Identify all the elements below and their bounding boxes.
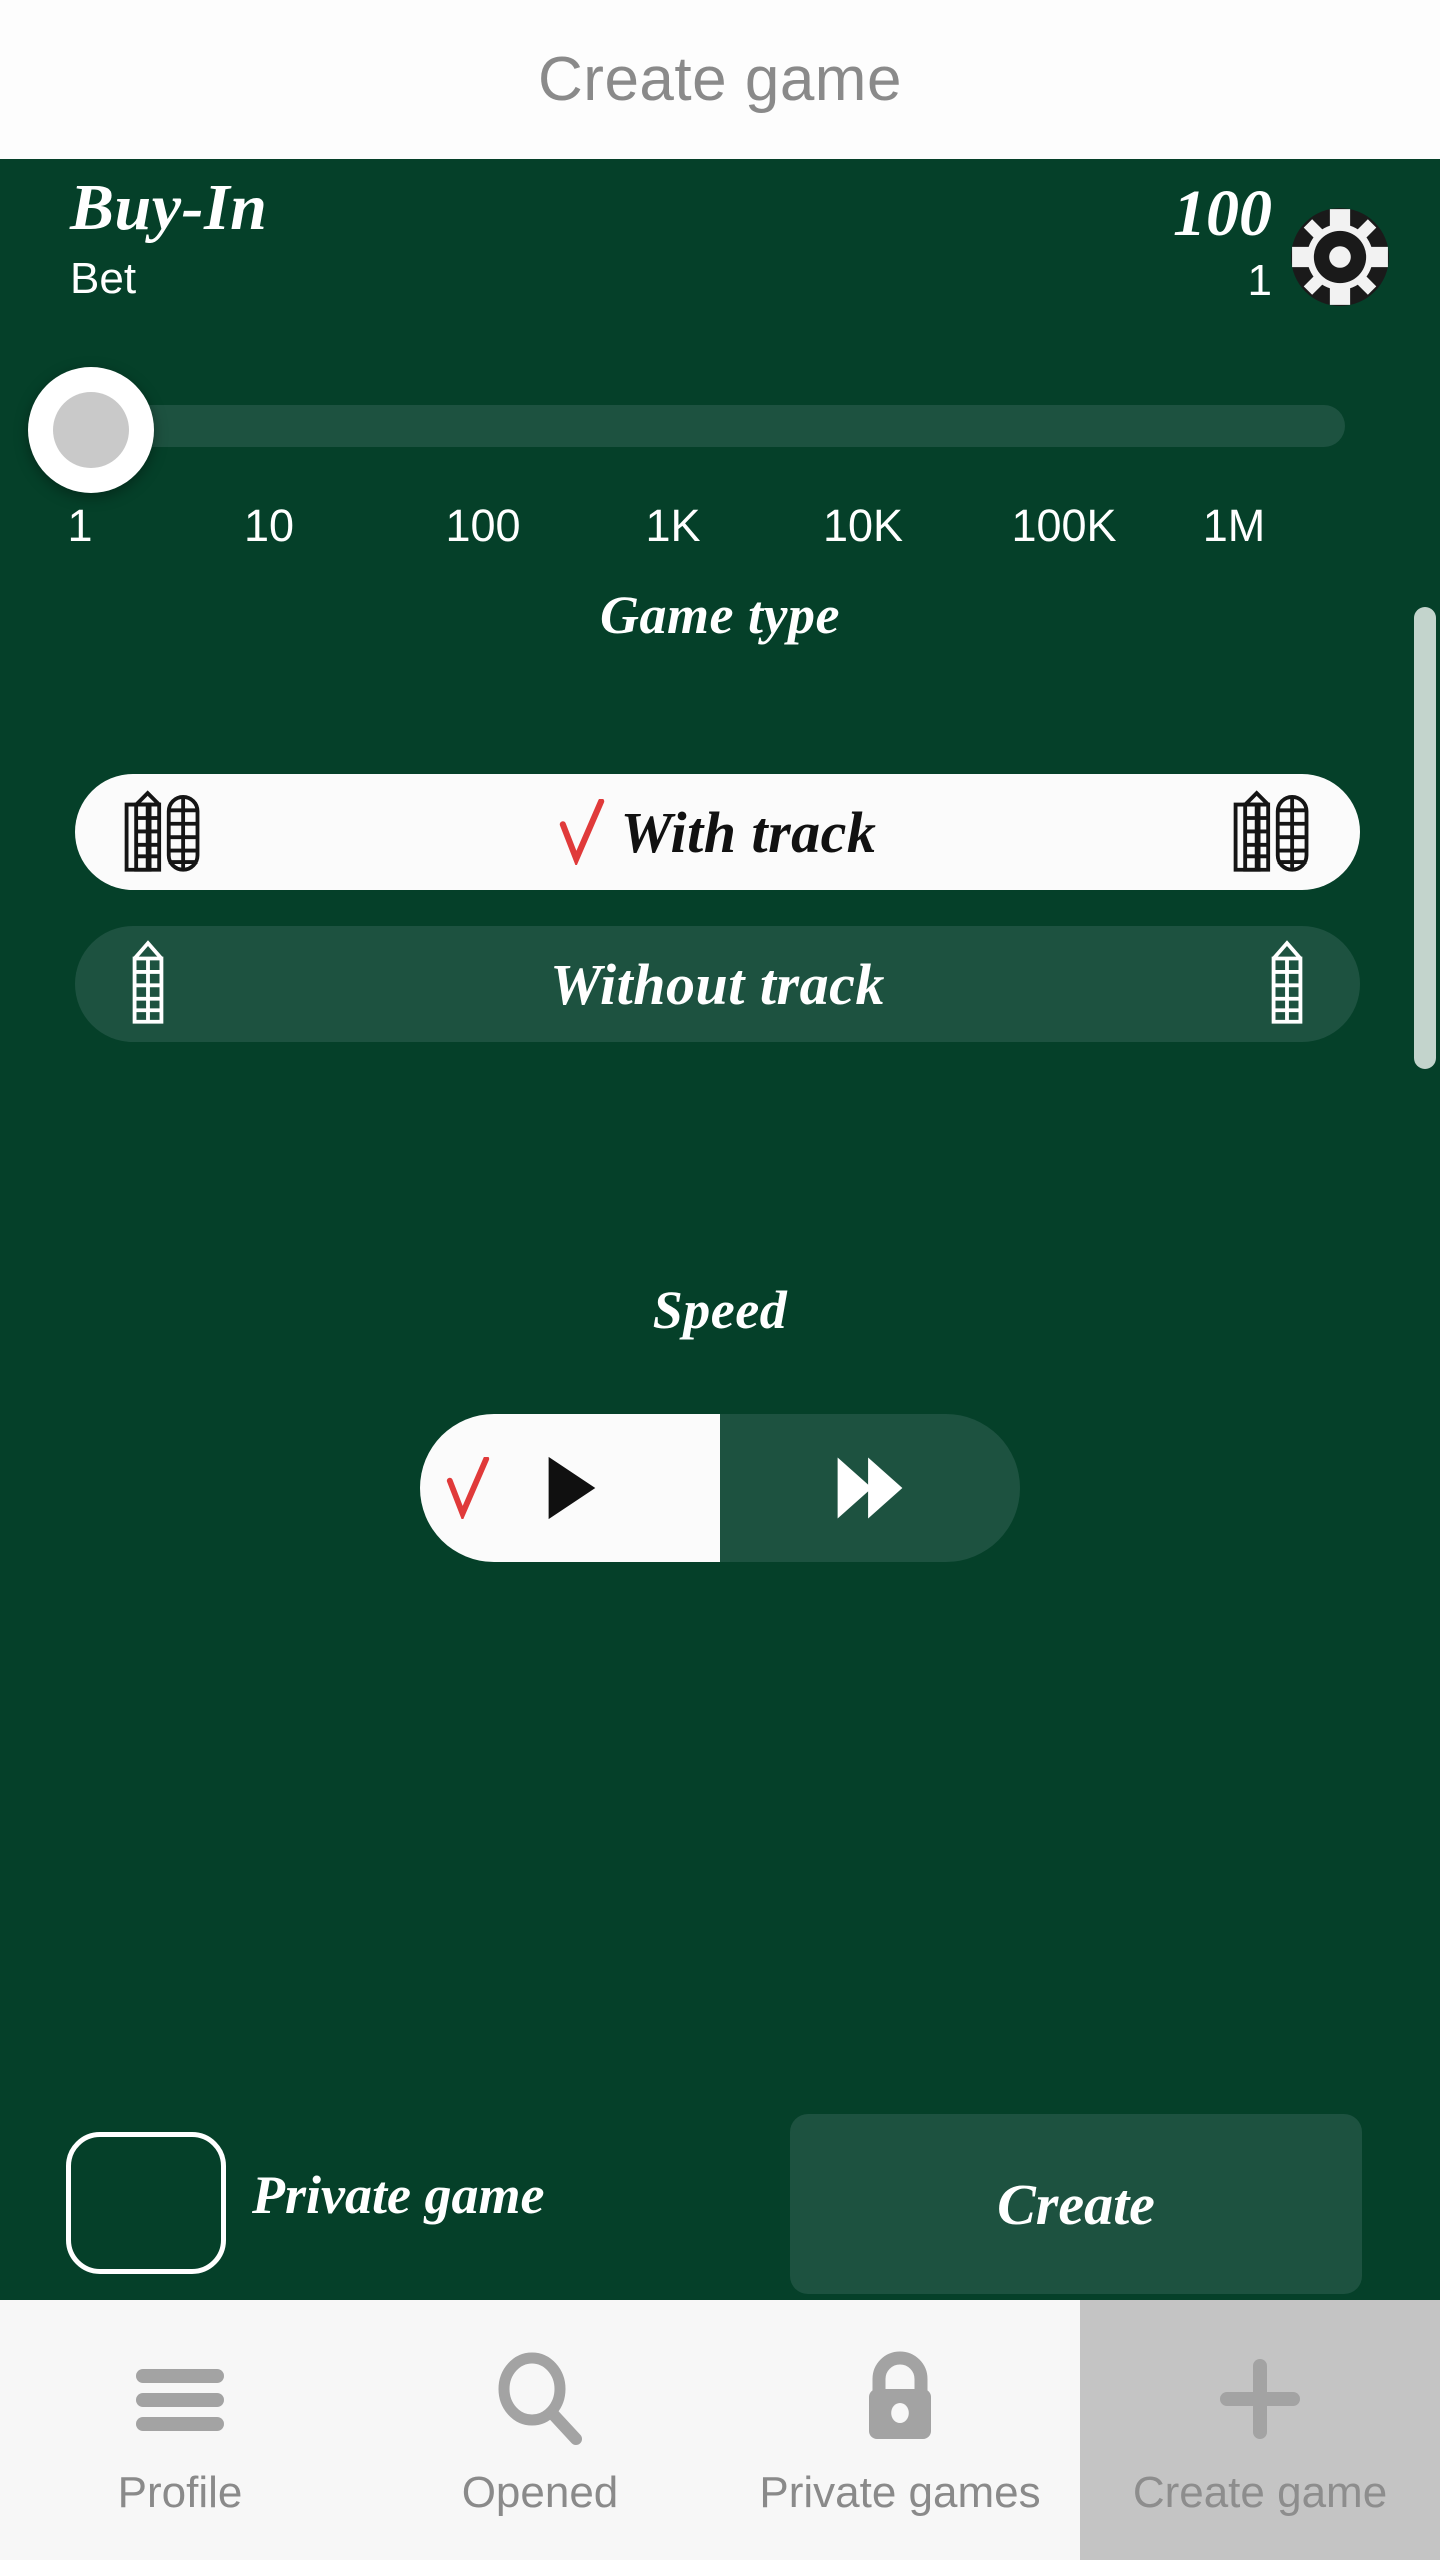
lock-icon	[846, 2345, 954, 2453]
plus-icon	[1206, 2345, 1314, 2453]
slider-tick-2: 100	[445, 500, 521, 551]
speed-option-fast[interactable]	[720, 1414, 1020, 1562]
speed-toggle[interactable]	[420, 1414, 1020, 1562]
buyin-section: Buy-In Bet 100 1	[0, 159, 1440, 359]
app-screen: Create game Buy-In Bet 100 1 1 10 100 1K…	[0, 0, 1440, 2560]
speed-option-normal[interactable]	[420, 1414, 720, 1562]
game-type-label-group: Without track	[550, 951, 885, 1018]
create-button-label: Create	[997, 2171, 1155, 2237]
buyin-labels: Buy-In Bet	[70, 175, 267, 301]
vertical-scrollbar-thumb[interactable]	[1414, 607, 1436, 1069]
slider-thumb-inner	[53, 392, 129, 468]
buyin-title: Buy-In	[70, 171, 268, 244]
bottom-navigation: Profile Opened Private games Create game	[0, 2300, 1440, 2560]
poker-chip-icon	[1291, 208, 1389, 306]
check-icon	[559, 799, 604, 865]
create-controls: Private game Create	[0, 2114, 1440, 2294]
slider-track[interactable]	[105, 405, 1345, 447]
game-type-label: Without track	[550, 951, 885, 1017]
play-icon	[548, 1456, 596, 1520]
app-bar: Create game	[0, 0, 1440, 159]
private-game-checkbox[interactable]	[66, 2132, 226, 2274]
search-icon	[486, 2345, 594, 2453]
nav-item-create-game[interactable]: Create game	[1080, 2300, 1440, 2560]
single-board-icon	[120, 936, 176, 1033]
buyin-amount-group: 100 1	[1173, 181, 1272, 303]
slider-tick-6: 1M	[1202, 500, 1266, 551]
slider-tick-0: 1	[67, 500, 93, 551]
create-button[interactable]: Create	[790, 2114, 1362, 2294]
slider-tick-1: 10	[243, 500, 295, 551]
slider-tick-5: 100K	[1011, 500, 1117, 551]
game-type-label: With track	[620, 799, 877, 865]
speed-heading: Speed	[652, 1280, 788, 1340]
private-game-label: Private game	[252, 2165, 545, 2225]
buyin-slider[interactable]: 1 10 100 1K 10K 100K 1M	[0, 355, 1440, 551]
buyin-amount: 100	[1173, 177, 1272, 250]
game-type-label-group: With track	[559, 799, 877, 866]
buyin-value-group: 100 1	[1173, 181, 1394, 311]
double-board-icon	[1229, 784, 1315, 881]
hamburger-menu-icon	[126, 2345, 234, 2453]
main-content: Buy-In Bet 100 1 1 10 100 1K 10K 100K 1M…	[0, 159, 1440, 2300]
double-board-icon	[120, 784, 206, 881]
single-board-icon	[1259, 936, 1315, 1033]
slider-thumb[interactable]	[28, 367, 154, 493]
nav-item-private-games[interactable]: Private games	[720, 2300, 1080, 2560]
nav-label-private-games: Private games	[759, 2468, 1041, 2517]
page-title: Create game	[538, 45, 902, 114]
game-type-heading: Game type	[600, 585, 840, 645]
buyin-subtitle: Bet	[70, 254, 137, 303]
nav-label-profile: Profile	[117, 2468, 243, 2517]
nav-item-profile[interactable]: Profile	[0, 2300, 360, 2560]
buyin-chip-count: 1	[1247, 256, 1272, 305]
fast-forward-icon	[837, 1457, 903, 1519]
nav-label-opened: Opened	[461, 2468, 619, 2517]
game-type-option-without-track[interactable]: Without track	[75, 926, 1360, 1042]
slider-tick-3: 1K	[645, 500, 701, 551]
nav-item-opened[interactable]: Opened	[360, 2300, 720, 2560]
nav-label-create-game: Create game	[1132, 2468, 1388, 2517]
slider-tick-labels: 1 10 100 1K 10K 100K 1M	[0, 500, 1440, 552]
slider-tick-4: 10K	[822, 500, 904, 551]
game-type-option-with-track[interactable]: With track	[75, 774, 1360, 890]
check-icon	[446, 1457, 490, 1519]
